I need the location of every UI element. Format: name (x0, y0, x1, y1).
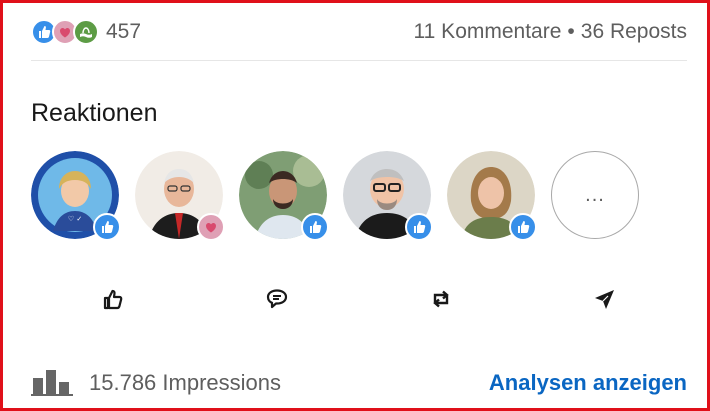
impressions-count: 15.786 Impressions (89, 370, 281, 395)
like-icon (405, 213, 433, 241)
impressions-bar: 15.786 Impressions Analysen anzeigen (31, 365, 687, 401)
separator-dot: • (567, 20, 575, 43)
view-analytics-link[interactable]: Analysen anzeigen (489, 370, 687, 396)
reactor-avatar-1[interactable]: ♡ ✓ (31, 151, 121, 241)
send-icon (591, 285, 619, 318)
comments-count-link[interactable]: 11 Kommentare (414, 20, 562, 44)
repost-button[interactable] (359, 281, 523, 321)
reactor-avatar-4[interactable] (343, 151, 433, 241)
repost-icon (427, 285, 455, 318)
like-icon (99, 285, 127, 318)
reaction-icon-stack (31, 19, 99, 45)
divider (31, 60, 687, 61)
reposts-count-link[interactable]: 36 Reposts (581, 20, 687, 44)
like-button[interactable] (31, 281, 195, 321)
like-icon (509, 213, 537, 241)
post-action-bar (31, 281, 687, 321)
comment-button[interactable] (195, 281, 359, 321)
total-reactions-count: 457 (106, 20, 142, 43)
like-icon (93, 213, 121, 241)
impressions-summary: 15.786 Impressions (31, 366, 281, 401)
engagement-counts: 11 Kommentare • 36 Reposts (414, 20, 687, 44)
reactions-summary[interactable]: 457 (31, 19, 141, 45)
reactions-title: Reaktionen (31, 99, 158, 127)
social-counts-bar: 457 11 Kommentare • 36 Reposts (31, 15, 687, 49)
post-social-panel: 457 11 Kommentare • 36 Reposts Reaktione… (0, 0, 710, 411)
reactors-list: ♡ ✓ ... (31, 151, 639, 241)
comment-icon (263, 285, 291, 318)
reactor-avatar-5[interactable] (447, 151, 537, 241)
bar-chart-icon (31, 366, 89, 401)
love-icon (197, 213, 225, 241)
reactor-avatar-3[interactable] (239, 151, 329, 241)
svg-text:♡ ✓: ♡ ✓ (68, 215, 82, 223)
support-icon (73, 19, 99, 45)
like-icon (301, 213, 329, 241)
more-reactors-button[interactable]: ... (551, 151, 639, 239)
reactor-avatar-2[interactable] (135, 151, 225, 241)
send-button[interactable] (523, 281, 687, 321)
